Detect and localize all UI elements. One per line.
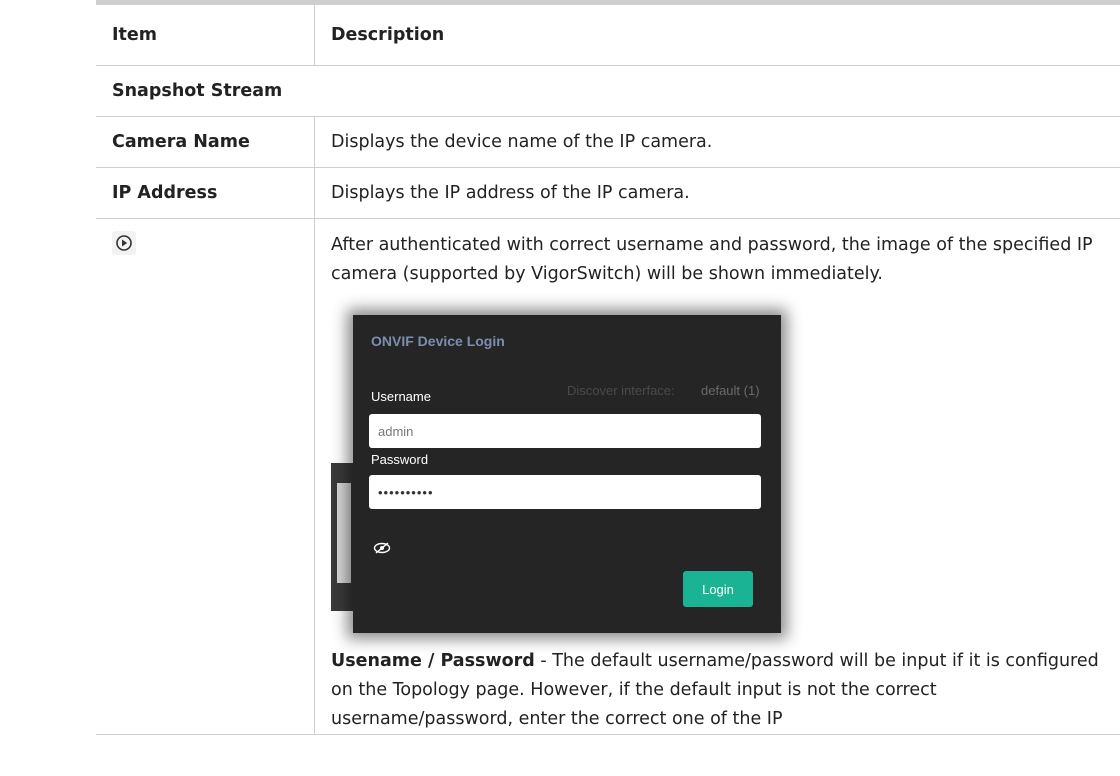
dialog-title: ONVIF Device Login (371, 333, 505, 349)
play-circle-icon (112, 231, 136, 255)
eye-slash-icon[interactable] (373, 542, 391, 554)
login-dialog-screenshot: ONVIF Device Login Discover interface: d… (331, 299, 781, 639)
play-description: After authenticated with correct usernam… (331, 235, 1093, 284)
row-description: Displays the IP address of the IP camera… (314, 168, 1120, 218)
row-description: After authenticated with correct usernam… (314, 219, 1120, 734)
username-field[interactable]: admin (369, 414, 761, 448)
login-button[interactable]: Login (683, 571, 753, 607)
row-item: IP Address (112, 183, 218, 203)
onvif-login-dialog: ONVIF Device Login Discover interface: d… (353, 315, 781, 633)
table-row: Camera Name Displays the device name of … (96, 117, 1120, 168)
table-row: After authenticated with correct usernam… (96, 219, 1120, 735)
credentials-note-bold: Usename / Password (331, 651, 535, 671)
section-title: Snapshot Stream (112, 81, 283, 101)
table-header-row: Item Description (96, 5, 1120, 66)
username-label: Username (371, 389, 431, 404)
header-description: Description (314, 5, 1120, 65)
password-field[interactable]: •••••••••• (369, 475, 761, 509)
background-panel-highlight (337, 483, 351, 583)
row-description: Displays the device name of the IP camer… (314, 117, 1120, 167)
background-label: Discover interface: (567, 383, 675, 398)
table-row: IP Address Displays the IP address of th… (96, 168, 1120, 219)
row-item: Camera Name (112, 132, 250, 152)
header-item: Item (112, 25, 157, 45)
password-label: Password (371, 452, 429, 467)
section-row: Snapshot Stream (96, 66, 1120, 117)
row-item (96, 219, 314, 734)
credentials-note: Usename / Password - The default usernam… (331, 647, 1106, 734)
background-value: default (1) (701, 383, 760, 398)
description-table: Item Description Snapshot Stream Camera … (96, 5, 1120, 776)
